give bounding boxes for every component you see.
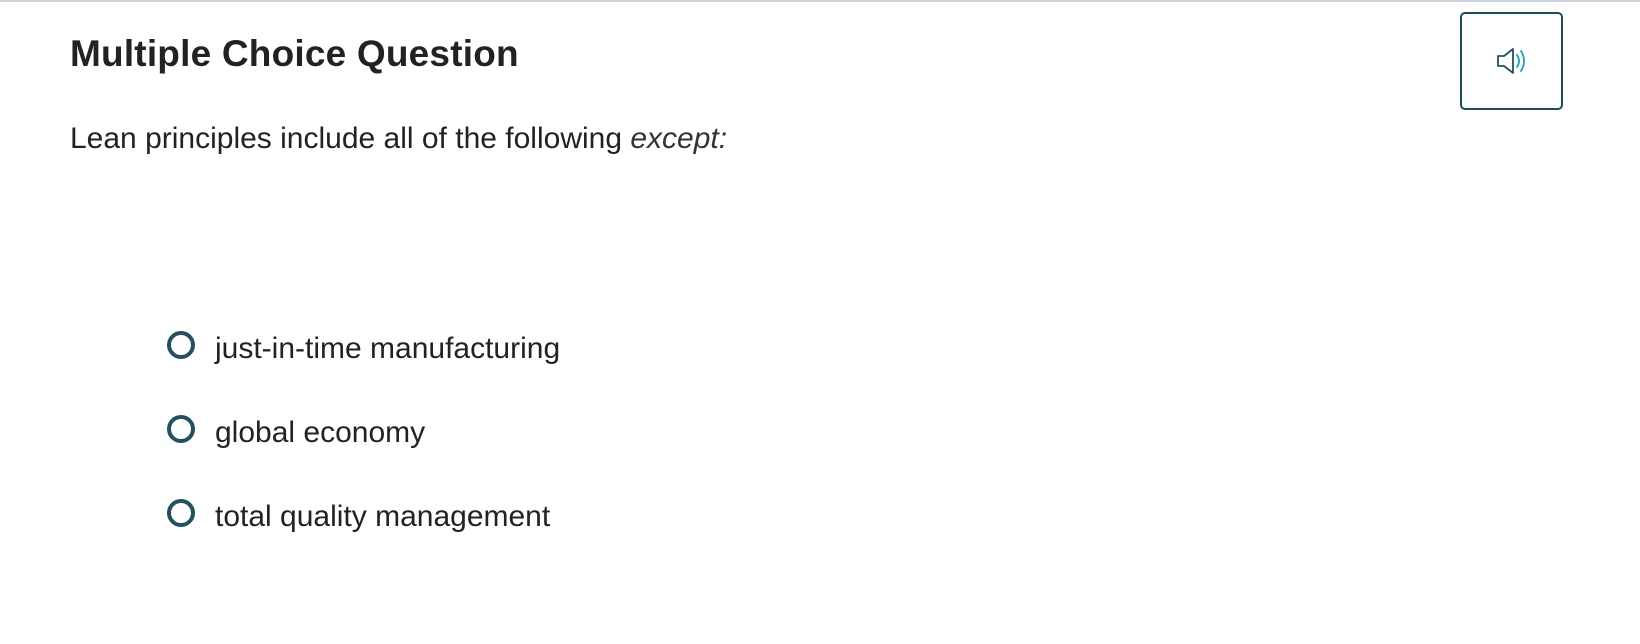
choice-label: total quality management [215, 499, 551, 533]
choice-option[interactable]: global economy [167, 402, 560, 463]
radio-button[interactable] [167, 498, 195, 527]
choice-label: global economy [215, 415, 426, 449]
choice-option[interactable]: just-in-time manufacturing [167, 318, 560, 379]
answer-choices: just-in-time manufacturing global econom… [167, 318, 560, 547]
prompt-text: Lean principles include all of the follo… [70, 122, 631, 155]
choice-option[interactable]: total quality management [167, 486, 560, 547]
prompt-emphasis: except: [630, 122, 728, 155]
read-aloud-button[interactable] [1460, 12, 1563, 110]
question-heading: Multiple Choice Question [70, 33, 519, 74]
radio-button[interactable] [167, 330, 195, 359]
choice-label: just-in-time manufacturing [215, 331, 561, 365]
top-divider [0, 0, 1640, 2]
speaker-icon [1492, 41, 1532, 81]
question-prompt: Lean principles include all of the follo… [70, 122, 727, 156]
radio-button[interactable] [167, 414, 195, 443]
